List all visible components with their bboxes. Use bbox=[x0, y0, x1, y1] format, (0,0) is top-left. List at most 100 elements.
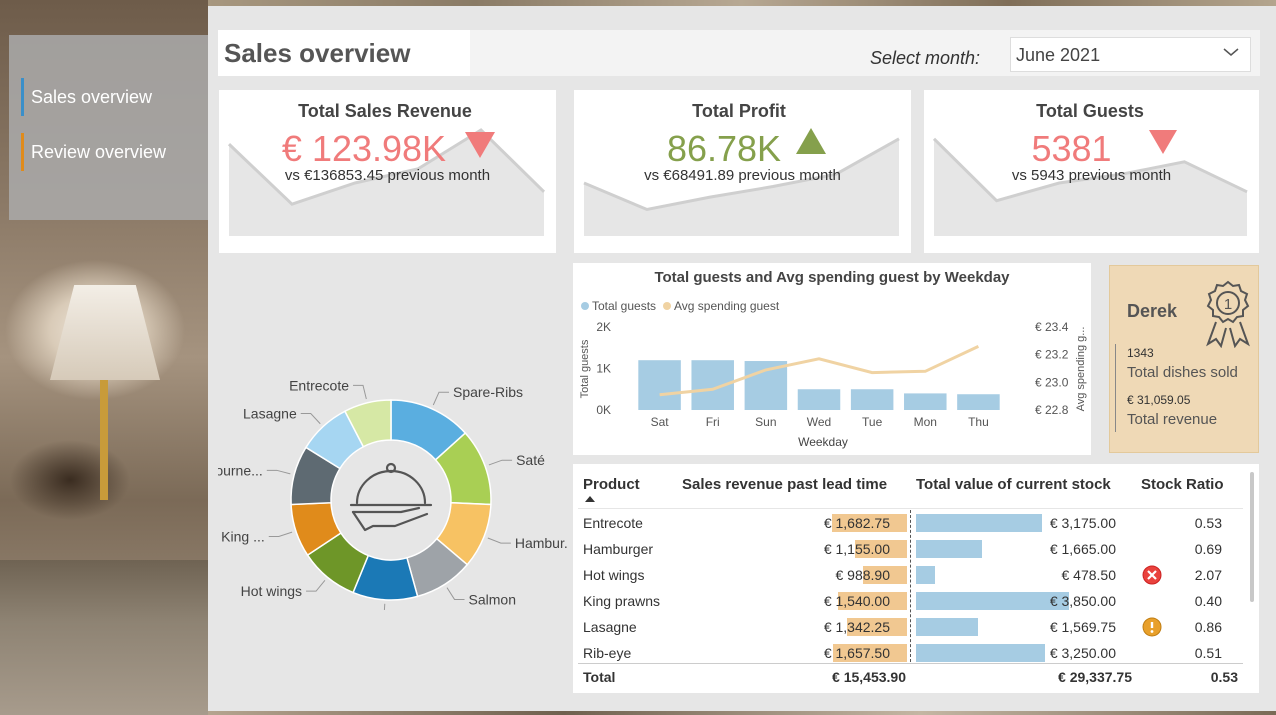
table-row[interactable]: Rib-eye € 1,657.50 € 3,250.00 0.51 bbox=[573, 642, 1243, 668]
bar[interactable] bbox=[638, 360, 681, 410]
bar[interactable] bbox=[957, 394, 1000, 410]
slice-label: Salmon bbox=[469, 591, 516, 607]
nav-review-overview[interactable]: Review overview bbox=[21, 133, 206, 171]
bar[interactable] bbox=[744, 361, 788, 410]
weekday-combo-chart: Total guests Avg spending guest 0K 1K 2K € 22… bbox=[579, 299, 1087, 449]
cell-ratio: 2.07 bbox=[1194, 567, 1222, 583]
legend-label[interactable]: Avg spending guest bbox=[674, 299, 780, 313]
slice-label: Saté bbox=[516, 452, 545, 468]
stock-databar bbox=[916, 514, 1043, 532]
label-leader bbox=[306, 580, 326, 592]
header-label: Product bbox=[583, 476, 640, 493]
y-axis-title: Total guests bbox=[579, 339, 591, 398]
slice-label: Hambur... bbox=[515, 535, 568, 551]
table-row[interactable]: Lasagne € 1,342.25 € 1,569.75 0.86 bbox=[573, 616, 1243, 642]
header-divider bbox=[578, 508, 1243, 509]
legend-label[interactable]: Total guests bbox=[592, 299, 656, 313]
bar[interactable] bbox=[904, 393, 947, 410]
kpi-title: Total Sales Revenue bbox=[254, 93, 516, 128]
x-tick-label: Wed bbox=[807, 415, 831, 429]
cell-product: Lasagne bbox=[583, 619, 637, 635]
nav-item-label: Sales overview bbox=[31, 86, 153, 107]
revenue-value: € 31,059.05 bbox=[1127, 393, 1191, 407]
bar[interactable] bbox=[850, 389, 894, 410]
slice-label: Lasagne bbox=[243, 405, 297, 421]
stock-table: Product Sales revenue past lead time Tot… bbox=[573, 464, 1259, 693]
lamp-stem bbox=[100, 380, 108, 500]
y2-tick-label: € 23.0 bbox=[1035, 375, 1069, 389]
total-label: Total bbox=[583, 669, 616, 685]
table-row[interactable]: Entrecote € 1,682.75 € 3,175.00 0.53 bbox=[573, 512, 1243, 538]
revenue-label: Total revenue bbox=[1127, 411, 1218, 428]
slice-label: Entrecote bbox=[289, 377, 349, 393]
cell-sales: € 988.90 bbox=[835, 567, 891, 583]
product-donut-chart: Spare-RibsSatéHambur...SalmonRib-eyeHot … bbox=[218, 377, 568, 610]
cell-product: King prawns bbox=[583, 593, 661, 609]
waiter-name: Derek bbox=[1127, 301, 1178, 321]
x-tick-label: Fri bbox=[706, 415, 720, 429]
total-ratio: 0.53 bbox=[1210, 669, 1238, 685]
trend-down-icon bbox=[1149, 130, 1177, 154]
table-row[interactable]: Hot wings € 988.90 € 478.50 2.07 bbox=[573, 564, 1243, 590]
kpi-value: € 123.98K bbox=[281, 128, 447, 169]
cell-product: Hamburger bbox=[583, 541, 654, 557]
total-sales: € 15,453.90 bbox=[832, 669, 906, 685]
kpi-card-sales-revenue: Total Sales Revenue € 123.98K vs €136853… bbox=[219, 90, 556, 253]
column-header-stock-ratio[interactable]: Stock Ratio bbox=[1141, 476, 1224, 493]
column-header-sales[interactable]: Sales revenue past lead time bbox=[682, 476, 887, 493]
label-leader bbox=[300, 412, 321, 425]
x-axis-title: Weekday bbox=[798, 435, 848, 449]
navigation-panel: Sales overview Review overview bbox=[9, 35, 208, 220]
page-title: Sales overview bbox=[218, 30, 470, 76]
y2-tick-label: € 23.4 bbox=[1035, 320, 1069, 334]
table-row[interactable]: Hamburger € 1,155.00 € 1,665.00 0.69 bbox=[573, 538, 1243, 564]
cell-stock: € 1,569.75 bbox=[1049, 619, 1116, 635]
cell-sales: € 1,342.25 bbox=[823, 619, 890, 635]
table-row[interactable]: King prawns € 1,540.00 € 3,850.00 0.40 bbox=[573, 590, 1243, 616]
cell-sales: € 1,682.75 bbox=[823, 515, 890, 531]
x-tick-label: Tue bbox=[862, 415, 883, 429]
sort-ascending-icon bbox=[585, 496, 595, 502]
background-strip-bottom bbox=[208, 711, 1276, 715]
chevron-down-icon bbox=[1223, 48, 1239, 56]
award-ribbon-icon: 1 bbox=[1206, 280, 1250, 348]
slice-label: Tourne... bbox=[218, 462, 263, 478]
slice-label: Hot wings bbox=[241, 583, 302, 599]
label-leader bbox=[487, 537, 511, 544]
stock-databar bbox=[916, 566, 936, 584]
y-tick-label: 1K bbox=[596, 362, 611, 376]
cell-ratio: 0.51 bbox=[1194, 645, 1222, 661]
legend-swatch bbox=[663, 302, 671, 310]
trend-down-icon bbox=[465, 132, 495, 158]
table-scrollbar[interactable] bbox=[1250, 472, 1254, 602]
cell-sales: € 1,657.50 bbox=[823, 645, 890, 661]
column-header-stock-value[interactable]: Total value of current stock bbox=[916, 476, 1111, 493]
svg-text:1: 1 bbox=[1224, 296, 1232, 313]
cell-sales: € 1,155.00 bbox=[823, 541, 890, 557]
x-tick-label: Sat bbox=[651, 415, 670, 429]
weekday-chart-card: Total guests and Avg spending guest by W… bbox=[573, 263, 1091, 455]
nav-sales-overview[interactable]: Sales overview bbox=[21, 78, 206, 116]
legend-swatch bbox=[581, 302, 589, 310]
bar[interactable] bbox=[797, 389, 841, 410]
total-stock: € 29,337.75 bbox=[1058, 669, 1132, 685]
cell-stock: € 1,665.00 bbox=[1049, 541, 1116, 557]
label-leader bbox=[432, 391, 449, 406]
x-tick-label: Mon bbox=[914, 415, 937, 429]
trend-up-icon bbox=[796, 128, 826, 154]
label-leader bbox=[353, 384, 367, 400]
top-waiter-card: Derek 1 1343 Total dishes sold € 31,059.… bbox=[1109, 265, 1259, 453]
x-tick-label: Thu bbox=[968, 415, 989, 429]
label-leader bbox=[488, 459, 513, 466]
cell-ratio: 0.53 bbox=[1194, 515, 1222, 531]
background-photo-bottom bbox=[0, 560, 208, 715]
column-header-product[interactable]: Product bbox=[583, 476, 640, 493]
month-select[interactable]: June 2021 bbox=[1010, 37, 1251, 72]
label-leader bbox=[383, 603, 386, 610]
kpi-comparison: vs €68491.89 previous month bbox=[644, 167, 841, 184]
y2-tick-label: € 22.8 bbox=[1035, 403, 1069, 417]
y2-axis-title: Avg spending g... bbox=[1075, 327, 1087, 412]
month-select-label: Select month: bbox=[870, 48, 981, 68]
cell-sales: € 1,540.00 bbox=[823, 593, 890, 609]
cell-ratio: 0.86 bbox=[1194, 619, 1222, 635]
